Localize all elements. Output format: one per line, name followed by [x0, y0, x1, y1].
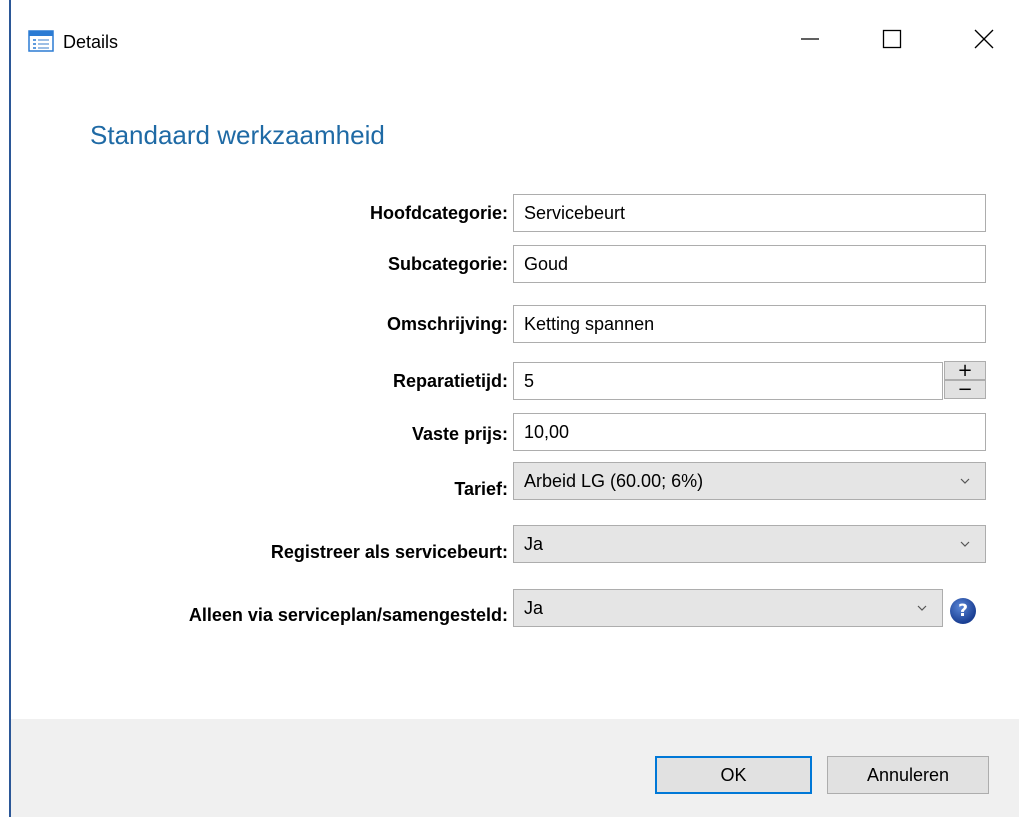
- minimize-button[interactable]: [795, 26, 825, 56]
- cancel-button[interactable]: Annuleren: [827, 756, 989, 794]
- reparatietijd-stepper: + −: [944, 361, 986, 399]
- alleen-via-value: Ja: [524, 598, 544, 618]
- window-title: Details: [63, 32, 119, 52]
- form-window-icon: [28, 30, 54, 52]
- vaste-prijs-label: Vaste prijs:: [411, 424, 508, 444]
- alleen-via-label: Alleen via serviceplan/samengesteld:: [188, 605, 508, 625]
- chevron-down-icon: [916, 590, 928, 626]
- ok-button[interactable]: OK: [655, 756, 812, 794]
- maximize-icon: [882, 29, 902, 54]
- chevron-down-icon: [959, 463, 971, 499]
- hoofdcategorie-field[interactable]: Servicebeurt: [513, 194, 986, 232]
- subcategorie-field[interactable]: Goud: [513, 245, 986, 283]
- omschrijving-label: Omschrijving:: [386, 314, 508, 334]
- tarief-value: Arbeid LG (60.00; 6%): [524, 471, 704, 491]
- vaste-prijs-field[interactable]: 10,00: [513, 413, 986, 451]
- reparatietijd-field[interactable]: 5: [513, 362, 943, 400]
- alleen-via-select[interactable]: Ja: [513, 589, 943, 627]
- help-icon[interactable]: ?: [950, 598, 976, 624]
- close-icon: [974, 29, 994, 54]
- decrement-button[interactable]: −: [944, 380, 986, 399]
- title-bar: Details: [11, 0, 1019, 84]
- close-button[interactable]: [969, 26, 999, 56]
- tarief-select[interactable]: Arbeid LG (60.00; 6%): [513, 462, 986, 500]
- maximize-button[interactable]: [877, 26, 907, 56]
- chevron-down-icon: [959, 526, 971, 562]
- hoofdcategorie-label: Hoofdcategorie:: [369, 203, 508, 223]
- minus-icon: −: [957, 379, 973, 400]
- window-border: [9, 0, 11, 817]
- registreer-value: Ja: [524, 534, 544, 554]
- omschrijving-field[interactable]: Ketting spannen: [513, 305, 986, 343]
- increment-button[interactable]: +: [944, 361, 986, 380]
- registreer-label: Registreer als servicebeurt:: [270, 542, 508, 562]
- plus-icon: +: [957, 360, 973, 381]
- subcategorie-label: Subcategorie:: [387, 254, 508, 274]
- registreer-select[interactable]: Ja: [513, 525, 986, 563]
- reparatietijd-label: Reparatietijd:: [392, 371, 508, 391]
- tarief-label: Tarief:: [454, 479, 508, 499]
- minimize-icon: [800, 29, 820, 54]
- page-heading: Standaard werkzaamheid: [90, 120, 385, 150]
- details-dialog: Details Standaard werkzaamheid Hoofdcate…: [0, 0, 1019, 817]
